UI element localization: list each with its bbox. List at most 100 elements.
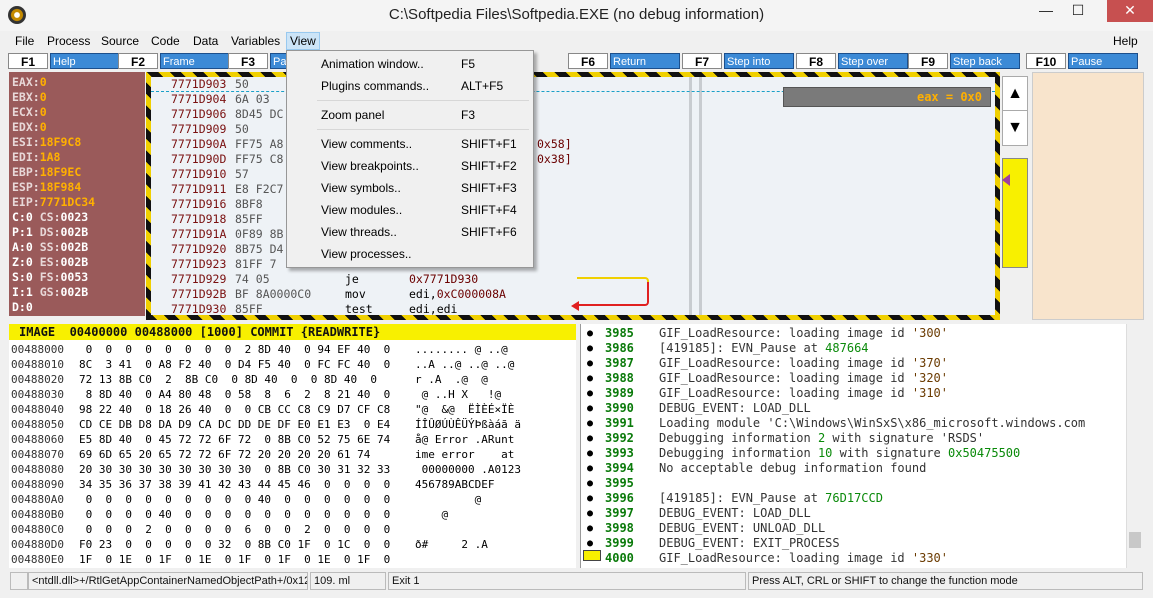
maximize-button[interactable]: ☐ xyxy=(1063,0,1093,22)
register-name: EBX: xyxy=(12,90,40,104)
log-text-part: [419185]: EVN_Pause at xyxy=(659,491,826,505)
code-row[interactable]: 7771D923 81FF 7 xyxy=(151,257,995,272)
log-text-part: 487664 xyxy=(825,341,869,355)
registers-panel[interactable]: EAX:0 EBX:0 ECX:0 EDX:0 ESI:18F9C8 EDI:1… xyxy=(9,72,145,316)
memory-chars: ..A ..@ ..@ ..@ xyxy=(415,358,515,371)
log-text: No acceptable debug information found xyxy=(659,461,926,476)
memory-address: 004880B0 xyxy=(11,508,64,521)
menu-process[interactable]: Process xyxy=(44,33,93,51)
code-address: 7771D916 xyxy=(171,197,227,211)
log-line-number: 3991 xyxy=(605,416,634,430)
code-mnemonic: mov xyxy=(345,287,366,301)
minimize-button[interactable]: — xyxy=(1031,0,1061,22)
log-text-part: DEBUG_EVENT: LOAD_DLL xyxy=(659,401,811,415)
menu-item-view-threads[interactable]: View threads.. SHIFT+F6 xyxy=(289,221,531,243)
memory-chars: 00000000 .A0123 xyxy=(415,463,521,476)
menu-item-label: View comments.. xyxy=(321,137,413,151)
scroll-up-button[interactable]: ▲ xyxy=(1002,76,1028,112)
disassembly-panel: 7771D903 50 7771D904 6A 03 7771D906 8D45 DC… xyxy=(146,72,1000,320)
code-row[interactable]: 7771D910 57 xyxy=(151,167,995,182)
code-row[interactable]: 7771D90D FF75 C8 0x38] xyxy=(151,152,995,167)
code-row[interactable]: 7771D92B BF 8A0000C0 mov edi,0xC000008A xyxy=(151,287,995,302)
code-row[interactable]: 7771D918 85FF xyxy=(151,212,995,227)
log-text-part: '370' xyxy=(911,356,948,370)
scroll-down-button[interactable]: ▼ xyxy=(1002,110,1028,146)
menu-item-shortcut: F3 xyxy=(461,108,476,122)
log-text-part: DEBUG_EVENT: EXIT_PROCESS xyxy=(659,536,840,550)
code-row[interactable]: 7771D929 74 05 je 0x7771D930 xyxy=(151,272,995,287)
code-mnemonic: je xyxy=(345,272,359,286)
disassembly-view[interactable]: 7771D903 50 7771D904 6A 03 7771D906 8D45 DC… xyxy=(151,77,995,315)
memory-chars: ........ @ ..@ xyxy=(415,343,508,356)
memory-bytes: E5 8D 40 0 45 72 72 6F 72 0 8B C0 52 75 … xyxy=(79,433,391,446)
code-row[interactable]: 7771D906 8D45 DC xyxy=(151,107,995,122)
scrollbar-thumb[interactable] xyxy=(1129,532,1141,548)
code-address: 7771D911 xyxy=(171,182,227,196)
menu-file[interactable]: File xyxy=(12,33,37,51)
code-row[interactable]: 7771D909 50 xyxy=(151,122,995,137)
flag-row: D:0 xyxy=(12,300,142,315)
menu-item-view-modules[interactable]: View modules.. SHIFT+F4 xyxy=(289,199,531,221)
status-location: <ntdll.dll>+/RtlGetAppContainerNamedObje… xyxy=(28,572,308,590)
status-field-1 xyxy=(10,572,28,590)
log-panel[interactable]: ● 3985 GIF_LoadResource: loading image id … xyxy=(580,324,1143,568)
segment-name: ES: xyxy=(39,255,61,269)
menu-item-view-comments[interactable]: View comments.. SHIFT+F1 xyxy=(289,133,531,155)
memory-bytes: 0 0 0 2 0 0 0 0 6 0 0 2 0 0 0 0 xyxy=(79,523,391,536)
menu-item-view-processes[interactable]: View processes.. xyxy=(289,243,531,265)
menu-item-view-breakpoints[interactable]: View breakpoints.. SHIFT+F2 xyxy=(289,155,531,177)
menu-source[interactable]: Source xyxy=(98,33,142,51)
bullet-icon: ● xyxy=(587,388,594,399)
fkey-key: F7 xyxy=(682,53,722,69)
memory-bytes: 8C 3 41 0 A8 F2 40 0 D4 F5 40 0 FC FC 40… xyxy=(79,358,391,371)
log-line-number: 3994 xyxy=(605,461,634,475)
menu-item-label: Zoom panel xyxy=(321,108,385,122)
register-value: 1A8 xyxy=(39,150,61,164)
memory-bytes: 0 0 0 0 40 0 0 0 0 0 0 0 0 0 0 0 xyxy=(79,508,391,521)
code-row[interactable]: 7771D920 8B75 D4 xyxy=(151,242,995,257)
code-address: 7771D906 xyxy=(171,107,227,121)
code-row[interactable]: 7771D90A FF75 A8 0x58] xyxy=(151,137,995,152)
close-button[interactable]: ✕ xyxy=(1107,0,1153,22)
log-text-part: [419185]: EVN_Pause at xyxy=(659,341,826,355)
log-text-part: 76D17CCD xyxy=(825,491,883,505)
menu-item-label: Animation window.. xyxy=(321,57,424,71)
menu-item-zoom-panel[interactable]: Zoom panel F3 xyxy=(289,104,531,126)
log-scrollbar[interactable] xyxy=(1126,324,1143,568)
menu-help[interactable]: Help xyxy=(1110,33,1141,51)
code-bytes: E8 F2C7 xyxy=(235,182,284,196)
code-address: 7771D92B xyxy=(171,287,227,301)
bullet-icon: ● xyxy=(587,448,594,459)
memory-chars: @ xyxy=(415,508,449,521)
fkey-label: Pause xyxy=(1068,53,1138,69)
code-address: 7771D90D xyxy=(171,152,227,166)
log-text-part: GIF_LoadResource: loading image id xyxy=(659,551,912,565)
menu-item-shortcut: F5 xyxy=(461,57,476,71)
menu-item-view-symbols[interactable]: View symbols.. SHIFT+F3 xyxy=(289,177,531,199)
code-row[interactable]: 7771D911 E8 F2C7 xyxy=(151,182,995,197)
code-address: 7771D90A xyxy=(171,137,227,151)
menu-variables[interactable]: Variables xyxy=(228,33,283,51)
menu-item-animation-window[interactable]: Animation window.. F5 xyxy=(289,53,531,75)
register-row: ECX:0 xyxy=(12,105,142,120)
menu-item-plugins-commands[interactable]: Plugins commands.. ALT+F5 xyxy=(289,75,531,97)
segment-name: DS: xyxy=(39,225,61,239)
segment-name: CS: xyxy=(39,210,61,224)
memory-chars: å@ Error .ARunt xyxy=(415,433,515,446)
log-text-part: '310' xyxy=(911,386,948,400)
menu-data[interactable]: Data xyxy=(190,33,221,51)
menu-view[interactable]: View xyxy=(286,32,320,50)
menu-code[interactable]: Code xyxy=(148,33,183,51)
code-row[interactable]: 7771D916 8BF8 xyxy=(151,197,995,212)
register-name: EDI: xyxy=(12,150,40,164)
code-row[interactable]: 7771D91A 0F89 8B xyxy=(151,227,995,242)
memory-bytes: 69 6D 65 20 65 72 72 6F 72 20 20 20 20 6… xyxy=(79,448,371,461)
memory-address: 004880C0 xyxy=(11,523,64,536)
fkey-key: F3 xyxy=(228,53,268,69)
segment-name: GS: xyxy=(39,285,61,299)
menu-item-shortcut: SHIFT+F4 xyxy=(461,203,517,217)
memory-dump-panel[interactable]: IMAGE 00400000 00488000 [1000] COMMIT {R… xyxy=(9,324,576,568)
register-row: EBP:18F9EC xyxy=(12,165,142,180)
register-value: 18F9EC xyxy=(39,165,82,179)
code-bytes: 8B75 D4 xyxy=(235,242,284,256)
